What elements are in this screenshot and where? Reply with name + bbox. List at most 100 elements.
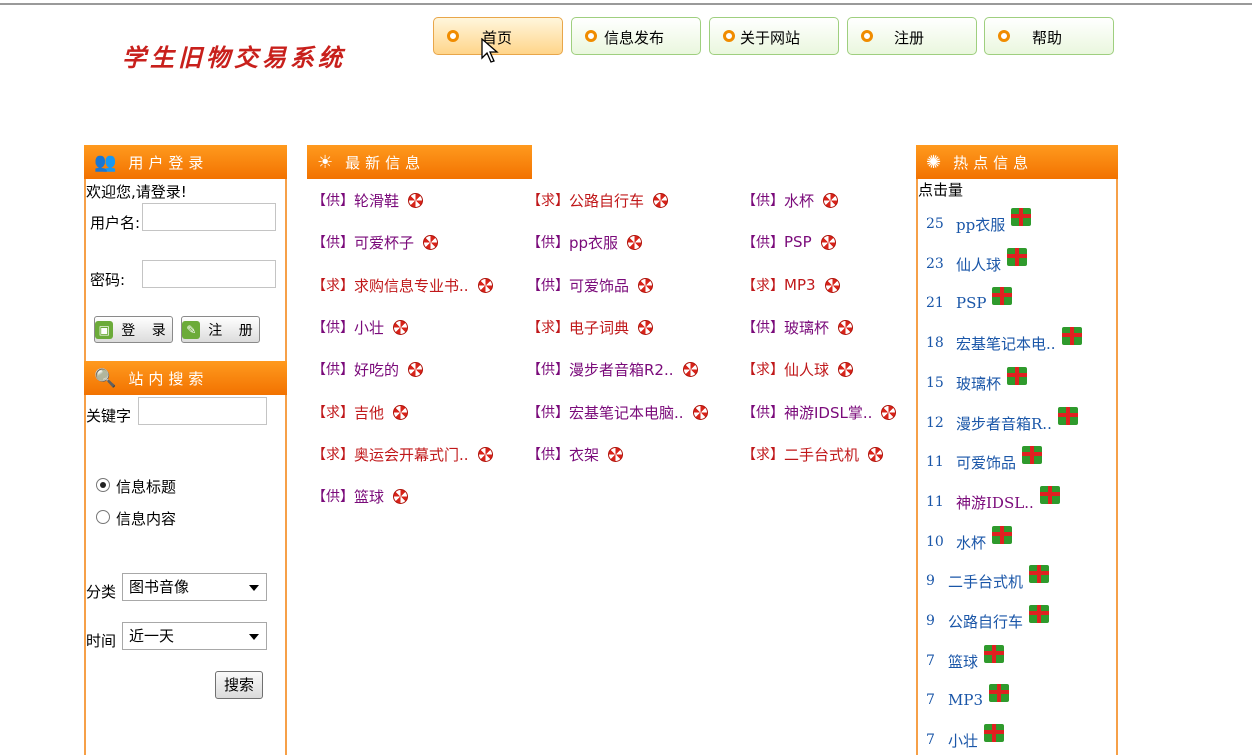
latest-item[interactable]: 【求】 吉他 [312, 401, 409, 423]
latest-item[interactable]: 【求】 公路自行车 [527, 189, 669, 211]
hot-item-count: 9 [926, 613, 935, 629]
item-title: MP3 [784, 276, 816, 294]
gift-icon [1039, 486, 1060, 504]
latest-item[interactable]: 【求】 MP3 [742, 274, 840, 296]
item-title: 宏基笔记本电脑.. [569, 403, 684, 422]
item-title: 二手台式机 [784, 445, 860, 464]
hot-item-link[interactable]: 小壮 [948, 730, 978, 751]
lifebuoy-icon [627, 234, 643, 250]
item-type-tag: 【求】 [742, 447, 784, 463]
circle-bullet-icon [998, 30, 1010, 42]
hot-item-link[interactable]: MP3 [948, 691, 983, 709]
password-input[interactable] [142, 260, 276, 288]
item-type-tag: 【供】 [312, 193, 354, 209]
hot-item-link[interactable]: 宏基笔记本电.. [956, 333, 1056, 354]
nav-publish-button[interactable]: 信息发布 [571, 17, 701, 55]
nav-about-button[interactable]: 关于网站 [709, 17, 839, 55]
lifebuoy-icon [477, 277, 493, 293]
item-title: pp衣服 [569, 233, 619, 252]
item-type-tag: 【供】 [527, 362, 569, 378]
latest-item[interactable]: 【供】 好吃的 [312, 358, 424, 380]
users-icon: 👥 [94, 151, 117, 173]
hot-item: 11 可爱饰品 [926, 446, 1043, 474]
item-type-tag: 【供】 [312, 235, 354, 251]
latest-item[interactable]: 【供】 PSP [742, 231, 836, 253]
sparkle-icon: ✺ [926, 151, 942, 173]
item-type-tag: 【求】 [527, 193, 569, 209]
item-title: 仙人球 [784, 360, 830, 379]
latest-item[interactable]: 【供】 可爱饰品 [527, 274, 654, 296]
hot-item-count: 25 [926, 216, 944, 232]
hot-item-link[interactable]: 二手台式机 [948, 571, 1023, 592]
hot-item-link[interactable]: 篮球 [948, 651, 978, 672]
gift-icon [1029, 605, 1050, 623]
latest-item[interactable]: 【供】 轮滑鞋 [312, 189, 424, 211]
time-select[interactable]: 近一天 [122, 622, 267, 650]
lifebuoy-icon [823, 192, 839, 208]
login-button[interactable]: ▣ 登 录 [94, 316, 173, 343]
keyword-input[interactable] [138, 397, 267, 425]
item-title: 玻璃杯 [784, 318, 830, 337]
latest-item[interactable]: 【供】 水杯 [742, 189, 839, 211]
lifebuoy-icon [692, 404, 708, 420]
latest-item[interactable]: 【供】 pp衣服 [527, 231, 643, 253]
radio-content[interactable] [96, 510, 110, 524]
hot-item: 15 玻璃杯 [926, 367, 1028, 395]
circle-bullet-icon [723, 30, 735, 42]
username-input[interactable] [142, 203, 276, 231]
latest-item[interactable]: 【供】 小壮 [312, 316, 409, 338]
hot-item-link[interactable]: 可爱饰品 [956, 452, 1016, 473]
latest-item[interactable]: 【求】 仙人球 [742, 358, 854, 380]
item-title: 好吃的 [354, 360, 400, 379]
circle-bullet-icon [585, 30, 597, 42]
latest-item[interactable]: 【求】 电子词典 [527, 316, 654, 338]
radio-title[interactable] [96, 478, 110, 492]
hot-item: 9 公路自行车 [926, 605, 1050, 633]
nav-register-button[interactable]: 注册 [847, 17, 977, 55]
item-type-tag: 【供】 [742, 405, 784, 421]
hot-item-link[interactable]: 玻璃杯 [956, 373, 1001, 394]
nav-help-button[interactable]: 帮助 [984, 17, 1114, 55]
category-select[interactable]: 图书音像 [122, 573, 267, 601]
item-title: 小壮 [354, 318, 385, 337]
hot-item-link[interactable]: 漫步者音箱R.. [956, 413, 1052, 434]
hot-item-count: 10 [926, 534, 944, 550]
hot-item-link[interactable]: 公路自行车 [948, 611, 1023, 632]
latest-item[interactable]: 【供】 篮球 [312, 485, 409, 507]
lifebuoy-icon [477, 446, 493, 462]
hot-item-count: 7 [926, 732, 935, 748]
edit-icon: ✎ [182, 320, 201, 339]
hot-panel-header: ✺ 热点信息 [916, 145, 1118, 179]
hot-item-link[interactable]: 神游IDSL.. [956, 492, 1034, 513]
keyword-label: 关键字 [86, 407, 132, 425]
time-select-value: 近一天 [129, 627, 175, 645]
latest-item[interactable]: 【求】 求购信息专业书.. [312, 274, 493, 296]
gift-icon [1007, 367, 1028, 385]
latest-item[interactable]: 【求】 奥运会开幕式门.. [312, 443, 493, 465]
latest-item[interactable]: 【供】 玻璃杯 [742, 316, 854, 338]
gift-icon [992, 526, 1013, 544]
lifebuoy-icon [608, 446, 624, 462]
password-label: 密码: [90, 271, 126, 289]
hot-item-link[interactable]: 水杯 [956, 532, 986, 553]
latest-item[interactable]: 【供】 衣架 [527, 443, 624, 465]
hot-item-link[interactable]: PSP [956, 294, 986, 312]
hot-item-count: 7 [926, 692, 935, 708]
hot-item-link[interactable]: 仙人球 [956, 254, 1001, 275]
lifebuoy-icon [838, 361, 854, 377]
lifebuoy-icon [408, 192, 424, 208]
latest-item[interactable]: 【供】 神游IDSL掌.. [742, 401, 897, 423]
latest-item[interactable]: 【供】 漫步者音箱R2.. [527, 358, 698, 380]
item-type-tag: 【求】 [742, 362, 784, 378]
latest-item[interactable]: 【求】 二手台式机 [742, 443, 884, 465]
register-button[interactable]: ✎ 注 册 [181, 316, 260, 343]
search-button[interactable]: 搜索 [215, 671, 263, 699]
radio-title-label: 信息标题 [116, 478, 177, 496]
gift-icon [984, 724, 1005, 742]
latest-panel-header: ☀ 最新信息 [307, 145, 532, 179]
hot-item-link[interactable]: pp衣服 [956, 214, 1005, 235]
item-title: 可爱杯子 [354, 233, 415, 252]
gift-icon [989, 684, 1009, 702]
latest-item[interactable]: 【供】 宏基笔记本电脑.. [527, 401, 708, 423]
latest-item[interactable]: 【供】 可爱杯子 [312, 231, 439, 253]
